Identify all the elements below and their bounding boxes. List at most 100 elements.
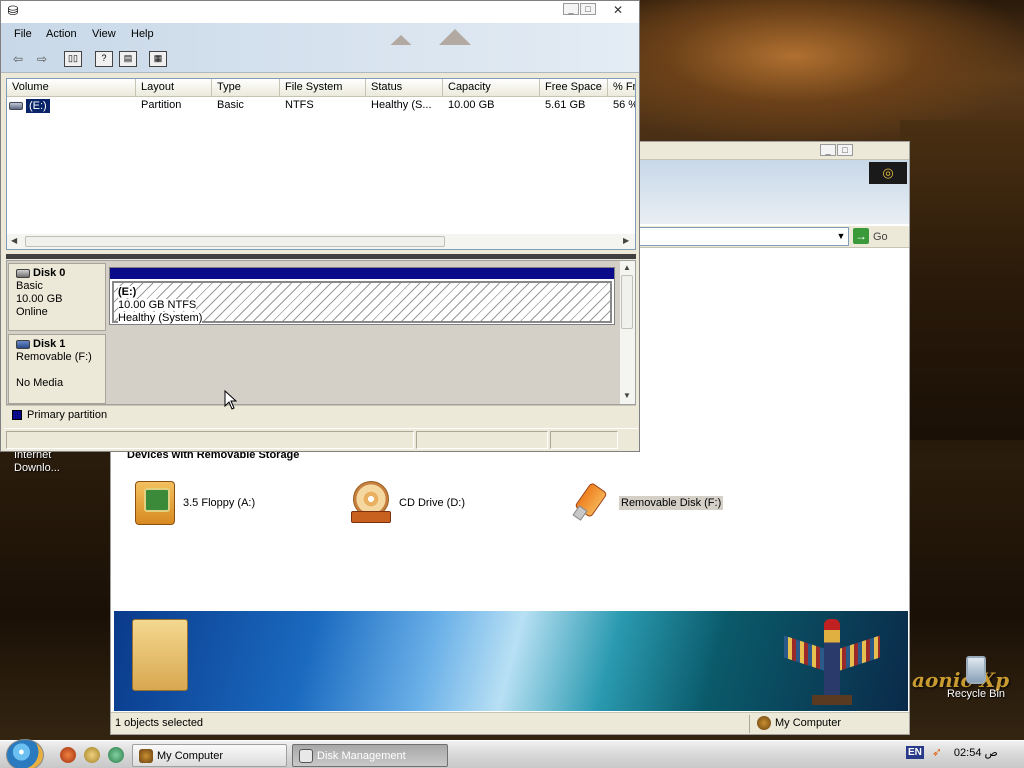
refresh-icon[interactable]: ▦ [149, 51, 167, 67]
device-cd-drive[interactable]: CD Drive (D:) [351, 480, 465, 526]
scrollbar-thumb[interactable] [621, 275, 633, 329]
hard-disk-icon [16, 269, 30, 278]
legend-label: Primary partition [27, 408, 108, 421]
isis-statue-art [782, 615, 882, 707]
vertical-scrollbar[interactable]: ▲ ▼ [620, 261, 635, 404]
start-button[interactable] [6, 739, 44, 768]
column-volume[interactable]: Volume [7, 79, 136, 97]
scroll-right-icon[interactable]: ▶ [623, 236, 629, 245]
status-cell [550, 431, 618, 449]
disk-management-window: ⛁ _ □ ✕ File Action View Help ⇦ ⇨ ▯▯ ? ▤… [0, 0, 640, 452]
status-bar: 1 objects selected My Computer [111, 712, 909, 734]
disk-0-info[interactable]: Disk 0 Basic 10.00 GB Online [8, 263, 106, 331]
forward-icon[interactable]: ⇨ [33, 51, 51, 67]
disk-management-titlebar[interactable]: ⛁ _ □ ✕ [1, 1, 639, 23]
disk-1-partitions [109, 335, 615, 401]
column-status[interactable]: Status [366, 79, 443, 97]
partition-size: 10.00 GB NTFS [118, 299, 197, 311]
drive-icon [9, 101, 23, 110]
volume-cell: (E:) [7, 97, 136, 114]
quick-launch-media-icon[interactable] [84, 747, 100, 763]
console-tree-icon[interactable]: ▯▯ [64, 51, 82, 67]
volume-list-header: Volume Layout Type File System Status Ca… [7, 79, 635, 97]
folder-art-icon [132, 619, 188, 691]
taskbar-button-label: Disk Management [317, 749, 406, 762]
disk-management-app-icon[interactable]: ⛁ [5, 3, 21, 19]
disk-management-icon [299, 748, 313, 763]
status-divider [749, 715, 750, 733]
properties-icon[interactable]: ▤ [119, 51, 137, 67]
status-location-label: My Computer [775, 717, 842, 729]
tray-app-icon[interactable]: ➶ [932, 745, 946, 759]
file-system-cell: NTFS [285, 99, 314, 111]
pane-splitter[interactable] [6, 254, 636, 259]
minimize-button[interactable]: _ [820, 144, 836, 156]
column-percent-free[interactable]: % Fr [608, 79, 635, 97]
help-icon[interactable]: ? [95, 51, 113, 67]
back-icon[interactable]: ⇦ [9, 51, 27, 67]
menu-action[interactable]: Action [46, 28, 77, 40]
status-cell [6, 431, 414, 449]
legend: Primary partition [6, 405, 636, 423]
capacity-cell: 10.00 GB [448, 99, 495, 111]
table-row[interactable]: (E:) Partition Basic NTFS Healthy (S... … [7, 97, 635, 114]
floppy-drive-icon [135, 481, 175, 525]
disk-1-info[interactable]: Disk 1 Removable (F:) No Media [8, 334, 106, 404]
column-file-system[interactable]: File System [280, 79, 366, 97]
chevron-down-icon[interactable]: ▼ [834, 228, 848, 245]
device-label: 3.5 Floppy (A:) [183, 497, 256, 509]
taskbar-button-my-computer[interactable]: My Computer [132, 744, 287, 767]
recycle-bin-label: Recycle Bin [946, 688, 1006, 700]
my-computer-window-buttons: _ □ [820, 144, 853, 156]
disk-0-size: 10.00 GB [16, 293, 63, 305]
desktop-wallpaper-shade [900, 120, 1024, 440]
quick-launch-browser-icon[interactable] [60, 747, 76, 763]
layout-cell: Partition [141, 99, 182, 111]
column-free-space[interactable]: Free Space [540, 79, 608, 97]
footer-banner [114, 611, 908, 711]
menu-help[interactable]: Help [131, 28, 154, 40]
desktop-icon-internet-download[interactable]: Internet Downlo... [14, 449, 74, 475]
language-indicator[interactable]: EN [906, 745, 924, 759]
go-button[interactable]: → Go [853, 228, 903, 246]
horizontal-scrollbar[interactable]: ◀ ▶ [7, 234, 635, 249]
device-removable-disk[interactable]: Removable Disk (F:) [571, 480, 724, 526]
device-floppy[interactable]: 3.5 Floppy (A:) [135, 480, 255, 526]
column-capacity[interactable]: Capacity [443, 79, 540, 97]
partition-status: Healthy (System) [118, 312, 203, 324]
quick-launch-messenger-icon[interactable] [108, 747, 124, 763]
usb-drive-icon [571, 481, 611, 525]
status-location: My Computer [757, 716, 841, 730]
disk-0-name: Disk 0 [33, 267, 66, 279]
scroll-left-icon[interactable]: ◀ [11, 236, 17, 245]
clock[interactable]: 02:54 ص [954, 746, 998, 759]
eye-of-horus-icon: ◎ [869, 162, 907, 184]
recycle-bin-icon [966, 656, 986, 684]
primary-partition-cap [110, 268, 614, 279]
desktop-icon-recycle-bin[interactable]: Recycle Bin [944, 656, 1008, 700]
go-label: Go [873, 231, 888, 243]
primary-partition-swatch [12, 409, 22, 420]
partition-e[interactable]: (E:) 10.00 GB NTFS Healthy (System) [112, 281, 612, 324]
close-button[interactable]: ✕ [609, 4, 627, 17]
column-type[interactable]: Type [212, 79, 280, 97]
disk-0-partitions: (E:) 10.00 GB NTFS Healthy (System) [109, 267, 615, 325]
taskbar-button-disk-management[interactable]: Disk Management [292, 744, 448, 767]
scroll-down-icon[interactable]: ▼ [623, 391, 631, 400]
maximize-button[interactable]: □ [580, 3, 596, 15]
go-arrow-icon: → [853, 228, 869, 244]
status-cell: Healthy (S... [371, 99, 432, 111]
device-label: CD Drive (D:) [399, 497, 465, 509]
menu-bar: File Action View Help [1, 23, 639, 45]
maximize-button[interactable]: □ [837, 144, 853, 156]
menu-view[interactable]: View [92, 28, 116, 40]
minimize-button[interactable]: _ [563, 3, 579, 15]
menu-file[interactable]: File [14, 28, 32, 40]
column-layout[interactable]: Layout [136, 79, 212, 97]
disk-1-name: Disk 1 [33, 338, 66, 350]
toolbar: ⇦ ⇨ ▯▯ ? ▤ ▦ [1, 45, 639, 73]
status-selection: 1 objects selected [115, 717, 204, 729]
scroll-up-icon[interactable]: ▲ [623, 263, 631, 272]
disk-0-type: Basic [16, 280, 43, 292]
scrollbar-thumb[interactable] [25, 236, 445, 247]
